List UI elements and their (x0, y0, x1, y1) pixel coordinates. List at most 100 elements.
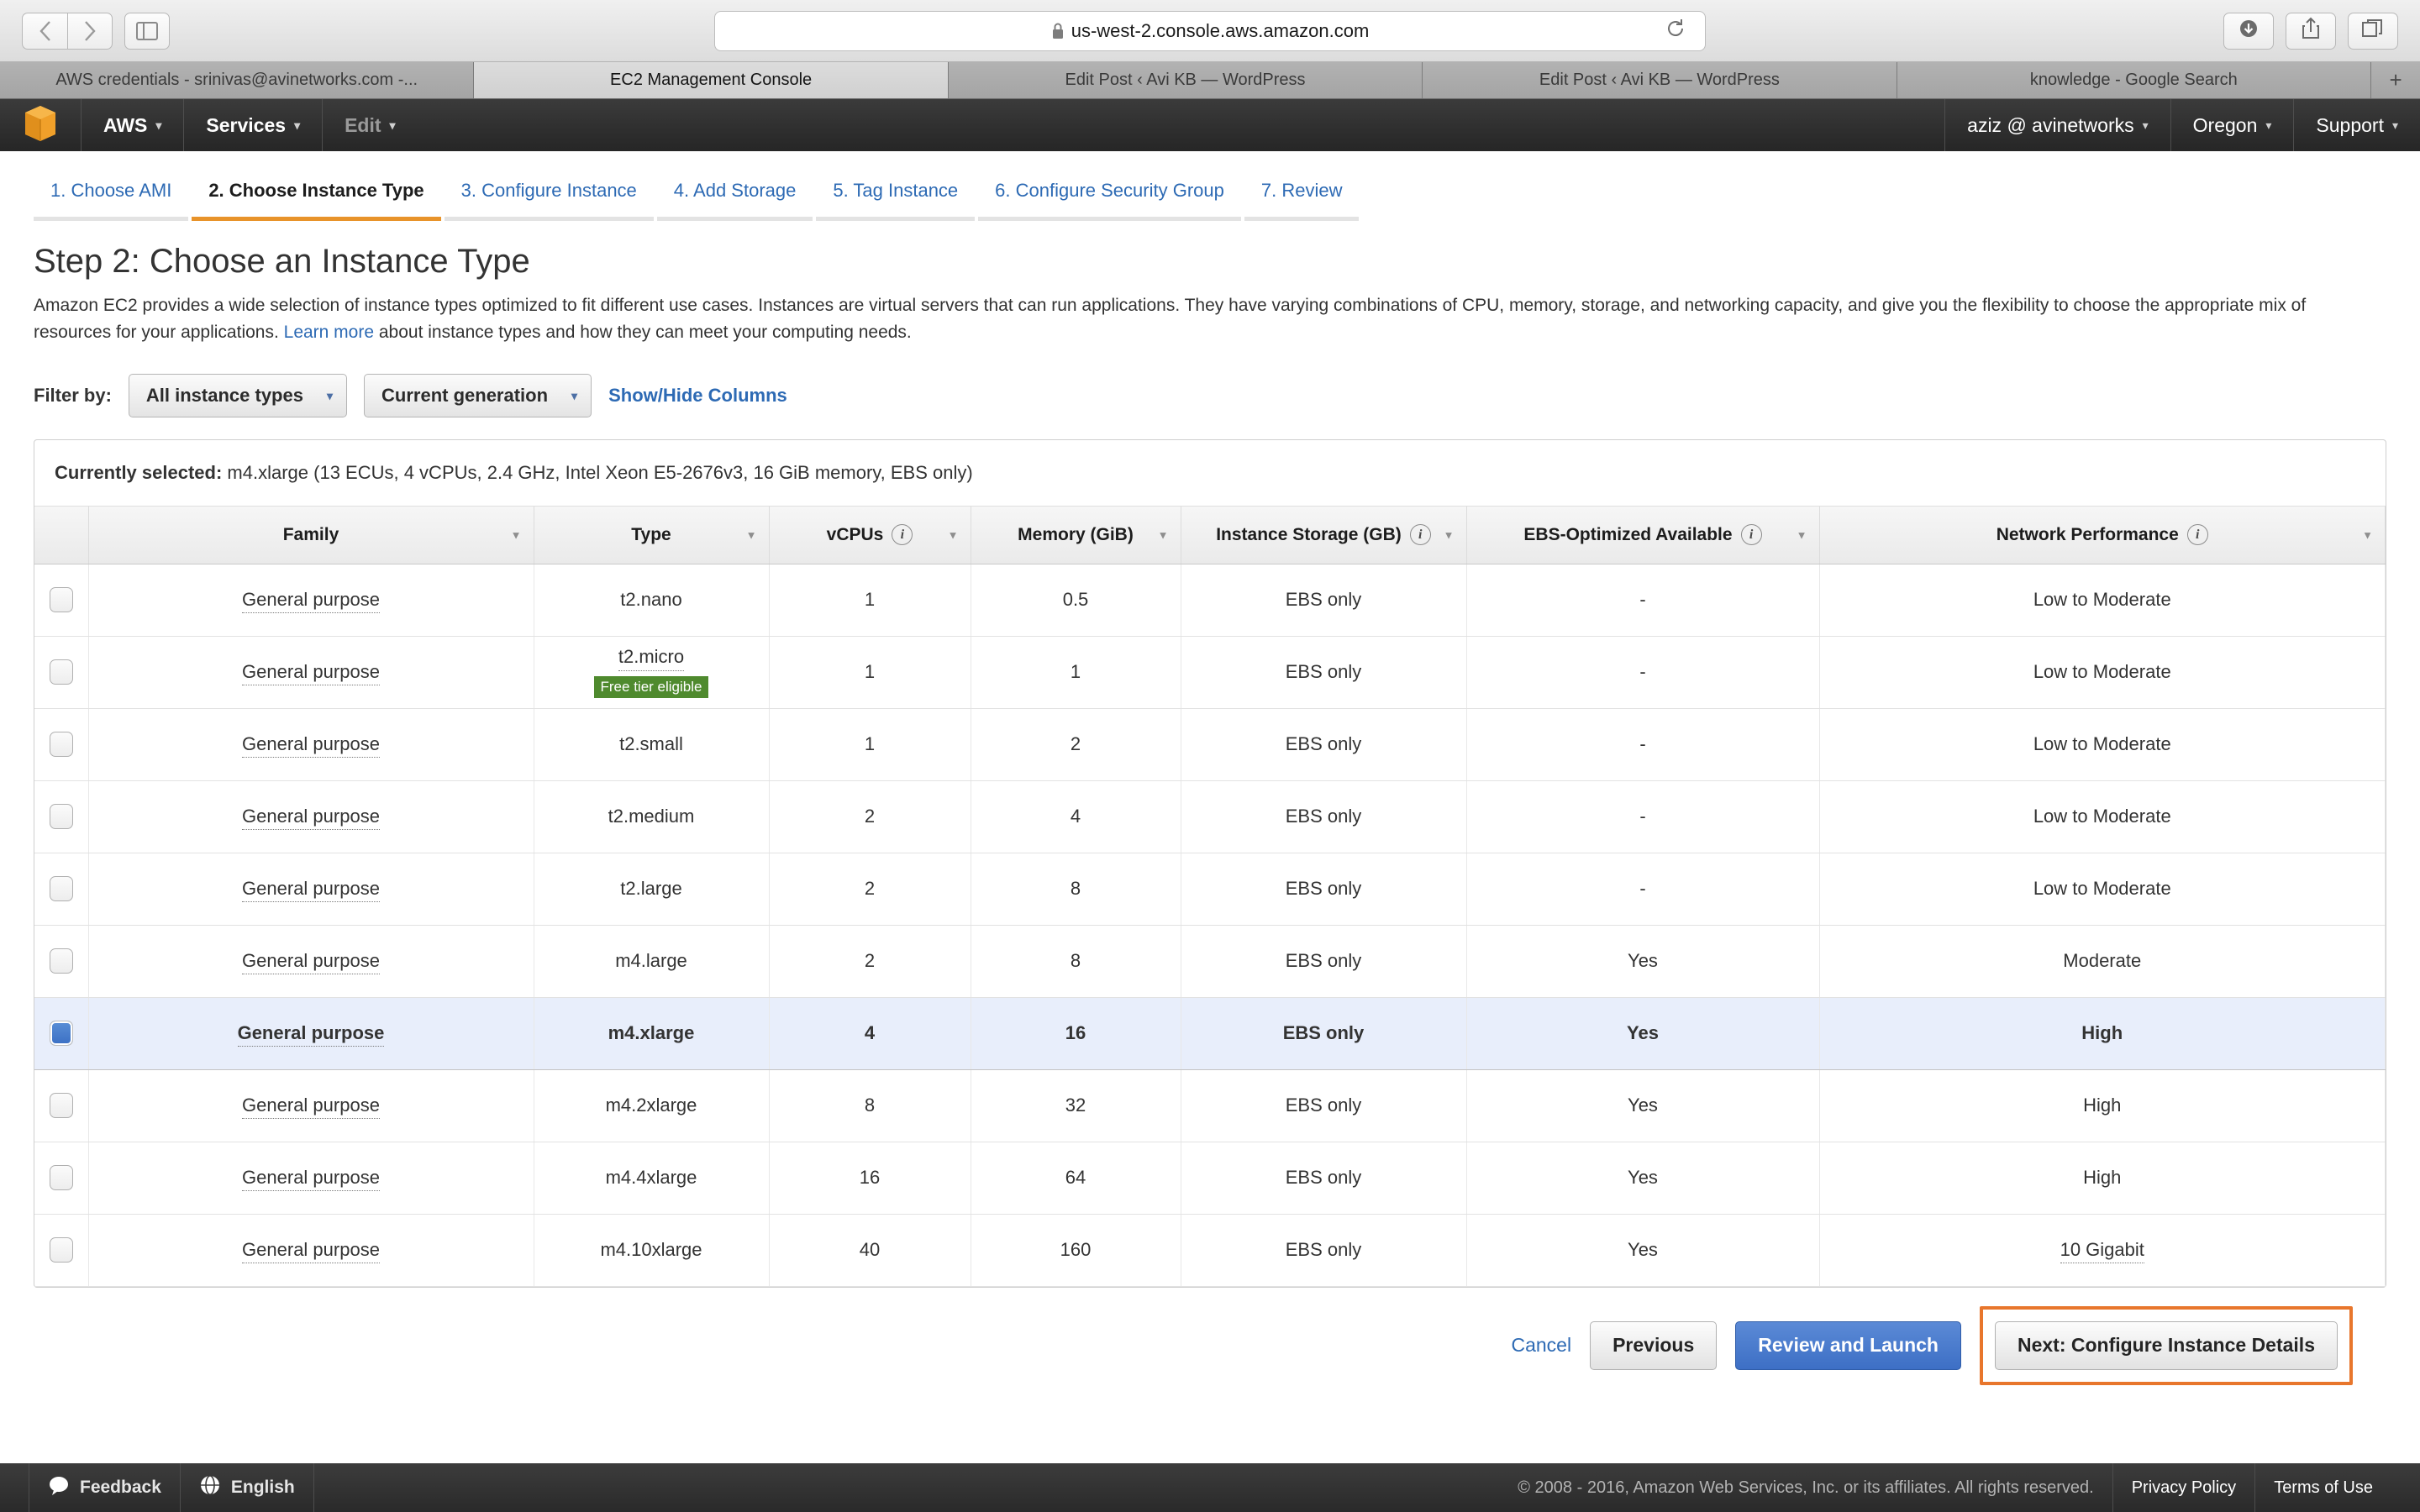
sort-caret-icon[interactable]: ▼ (511, 528, 522, 541)
row-select-cell[interactable] (34, 925, 89, 998)
feedback-button[interactable]: Feedback (29, 1463, 181, 1512)
wizard-step-4[interactable]: 4. Add Storage (656, 180, 813, 221)
row-radio-button[interactable] (49, 1021, 73, 1046)
sort-caret-icon[interactable]: ▼ (1444, 528, 1455, 541)
cell-type-stack: t2.micro Free tier eligible (543, 646, 760, 698)
next-configure-instance-details-button[interactable]: Next: Configure Instance Details (1994, 1320, 2338, 1370)
cell-type: m4.10xlarge (534, 1214, 770, 1287)
back-button[interactable] (22, 12, 67, 50)
browser-tab-0[interactable]: AWS credentials - srinivas@avinetworks.c… (0, 62, 475, 98)
share-button[interactable] (2286, 12, 2336, 50)
row-select-cell[interactable] (34, 564, 89, 637)
table-row[interactable]: General purpose m4.xlarge 4 16 EBS only Yes Hi… (34, 996, 2386, 1070)
row-select-cell[interactable] (34, 708, 89, 781)
info-icon[interactable]: i (892, 524, 913, 546)
page-title: Step 2: Choose an Instance Type (34, 243, 530, 280)
review-and-launch-button[interactable]: Review and Launch (1735, 1320, 1961, 1370)
row-select-cell[interactable] (34, 1069, 89, 1142)
sort-caret-icon[interactable]: ▼ (2362, 528, 2373, 541)
previous-button[interactable]: Previous (1590, 1320, 1718, 1370)
wizard-step-2[interactable]: 2. Choose Instance Type (192, 180, 441, 221)
row-radio-button[interactable] (49, 587, 73, 612)
browser-tab-1[interactable]: EC2 Management Console (474, 62, 949, 98)
table-row[interactable]: General purpose t2.nano 1 0.5 EBS only - Low t… (34, 564, 2386, 637)
row-radio-button[interactable] (49, 948, 73, 974)
address-bar[interactable]: us-west-2.console.aws.amazon.com (714, 10, 1706, 51)
column-header-ebs-optimized[interactable]: EBS-Optimized Available i ▼ (1466, 507, 1820, 564)
nav-item-services[interactable]: Services ▾ (183, 99, 322, 151)
browser-tab-2[interactable]: Edit Post ‹ Avi KB — WordPress (948, 62, 1423, 98)
wizard-step-1[interactable]: 1. Choose AMI (34, 180, 189, 221)
nav-item-aws[interactable]: AWS ▾ (81, 99, 183, 151)
column-header-type[interactable]: Type ▼ (534, 507, 770, 564)
language-button[interactable]: English (181, 1463, 314, 1512)
forward-button[interactable] (67, 12, 113, 50)
sort-caret-icon[interactable]: ▼ (746, 528, 757, 541)
cell-memory: 4 (971, 780, 1181, 853)
cell-instance-storage: EBS only (1181, 1142, 1467, 1215)
tabs-overview-button[interactable] (2348, 12, 2398, 50)
row-radio-button[interactable] (49, 732, 73, 757)
row-radio-button[interactable] (49, 659, 73, 685)
nav-item-region[interactable]: Oregon ▾ (2170, 99, 2294, 151)
column-header-family[interactable]: Family ▼ (88, 507, 534, 564)
cell-family: General purpose (88, 636, 534, 709)
generation-dropdown[interactable]: Current generation ▾ (364, 374, 592, 417)
info-icon[interactable]: i (1409, 524, 1431, 546)
show-hide-columns-link[interactable]: Show/Hide Columns (608, 385, 787, 407)
wizard-step-5[interactable]: 5. Tag Instance (816, 180, 976, 221)
row-select-cell[interactable] (34, 780, 89, 853)
reload-icon[interactable] (1665, 18, 1686, 45)
nav-item-edit[interactable]: Edit ▾ (322, 99, 417, 151)
learn-more-link[interactable]: Learn more (284, 323, 374, 342)
table-row[interactable]: General purpose t2.micro Free tier eligibl… (34, 636, 2386, 709)
column-header-instance-storage[interactable]: Instance Storage (GB) i ▼ (1181, 507, 1467, 564)
wizard-step-3[interactable]: 3. Configure Instance (444, 180, 654, 221)
table-row[interactable]: General purpose m4.large 2 8 EBS only Yes Mode… (34, 925, 2386, 998)
table-row[interactable]: General purpose t2.large 2 8 EBS only - Low to… (34, 853, 2386, 926)
wizard-step-7[interactable]: 7. Review (1244, 180, 1360, 221)
table-row[interactable]: General purpose m4.4xlarge 16 64 EBS only Yes… (34, 1142, 2386, 1215)
cell-instance-storage-value: EBS only (1285, 878, 1362, 899)
sidebar-toggle-button[interactable] (124, 12, 170, 50)
column-header-network-performance[interactable]: Network Performance i ▼ (1819, 507, 2386, 564)
browser-tab-4[interactable]: knowledge - Google Search (1897, 62, 2372, 98)
downloads-button[interactable] (2223, 12, 2274, 50)
info-icon[interactable]: i (2186, 524, 2208, 546)
cell-type-value: t2.nano (620, 589, 682, 610)
table-row[interactable]: General purpose m4.10xlarge 40 160 EBS only Y… (34, 1214, 2386, 1287)
table-row[interactable]: General purpose t2.small 1 2 EBS only - Low to… (34, 708, 2386, 781)
cell-family: General purpose (88, 1214, 534, 1287)
nav-item-support[interactable]: Support ▾ (2293, 99, 2420, 151)
aws-logo[interactable] (0, 99, 81, 151)
sort-caret-icon[interactable]: ▼ (1797, 528, 1807, 541)
column-header-memory[interactable]: Memory (GiB) ▼ (971, 507, 1181, 564)
table-row[interactable]: General purpose m4.2xlarge 8 32 EBS only Yes H… (34, 1069, 2386, 1142)
privacy-policy-link[interactable]: Privacy Policy (2113, 1463, 2256, 1512)
row-radio-button[interactable] (49, 876, 73, 901)
row-select-cell[interactable] (34, 1214, 89, 1287)
browser-tab-3[interactable]: Edit Post ‹ Avi KB — WordPress (1423, 62, 1897, 98)
row-radio-button[interactable] (49, 1165, 73, 1190)
row-radio-button[interactable] (49, 1237, 73, 1263)
sort-caret-icon[interactable]: ▼ (948, 528, 959, 541)
row-select-cell[interactable] (34, 853, 89, 926)
info-icon[interactable]: i (1740, 524, 1762, 546)
cancel-button[interactable]: Cancel (1511, 1334, 1571, 1357)
row-radio-button[interactable] (49, 804, 73, 829)
sort-caret-icon[interactable]: ▼ (1158, 528, 1169, 541)
instance-types-dropdown[interactable]: All instance types ▾ (128, 374, 348, 417)
column-header-vcpus[interactable]: vCPUs i ▼ (769, 507, 971, 564)
new-tab-button[interactable]: + (2371, 62, 2420, 98)
table-row[interactable]: General purpose t2.medium 2 4 EBS only - Low t… (34, 780, 2386, 853)
terms-of-use-link[interactable]: Terms of Use (2255, 1463, 2391, 1512)
row-select-cell[interactable] (34, 1142, 89, 1215)
row-radio-button[interactable] (49, 1093, 73, 1118)
cell-type-stack: m4.2xlarge (543, 1095, 760, 1116)
cell-family-value: General purpose (242, 1167, 380, 1191)
row-select-cell[interactable] (34, 996, 89, 1070)
nav-item-account[interactable]: aziz @ avinetworks ▾ (1944, 99, 2170, 151)
cell-vcpus: 40 (769, 1214, 971, 1287)
row-select-cell[interactable] (34, 636, 89, 709)
wizard-step-6[interactable]: 6. Configure Security Group (978, 180, 1241, 221)
